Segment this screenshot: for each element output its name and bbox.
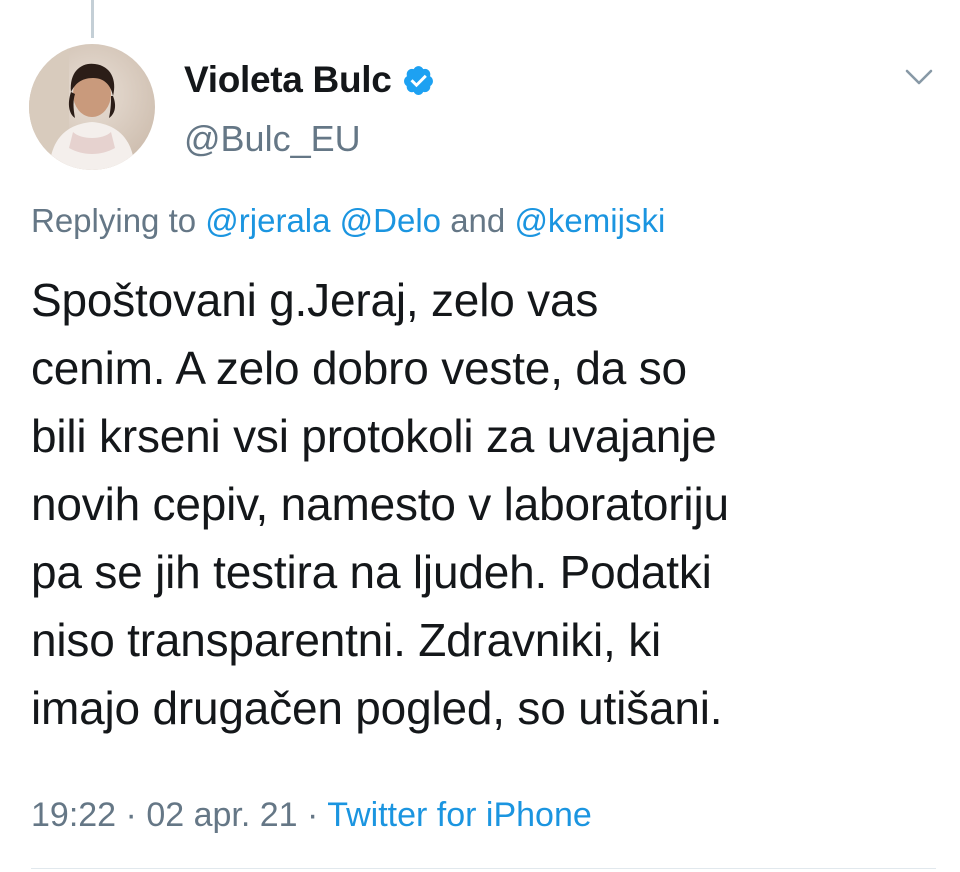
avatar[interactable]: [29, 44, 155, 170]
author-name-row[interactable]: Violeta Bulc: [184, 56, 435, 104]
replying-to-line: Replying to @rjerala @Delo and @kemijski: [31, 202, 665, 240]
author-handle[interactable]: @Bulc_EU: [184, 118, 361, 160]
tweet-text-line: novih cepiv, namesto v laboratoriju: [31, 478, 729, 530]
tweet-text-line: niso transparentni. Zdravniki, ki: [31, 614, 662, 666]
meta-separator: ·: [125, 796, 137, 834]
tweet-text-line: bili krseni vsi protokoli za uvajanje: [31, 410, 717, 462]
tweet-text-line: cenim. A zelo dobro veste, da so: [31, 342, 687, 394]
tweet-time[interactable]: 19:22: [31, 796, 116, 834]
mention-link-rjerala[interactable]: @rjerala: [205, 202, 330, 239]
verified-badge-icon: [402, 64, 435, 97]
tweet-text-line: Spoštovani g.Jeraj, zelo vas: [31, 274, 599, 326]
meta-separator: ·: [307, 796, 319, 834]
tweet-text-line: imajo drugačen pogled, so utišani.: [31, 682, 723, 734]
tweet-meta: 19:22 · 02 apr. 21 · Twitter for iPhone: [31, 796, 592, 835]
tweet-text-line: pa se jih testira na ljudeh. Podatki: [31, 546, 712, 598]
profile-photo-icon: [29, 44, 155, 170]
chevron-down-icon[interactable]: [902, 64, 936, 90]
thread-connector-line: [91, 0, 94, 38]
tweet-date[interactable]: 02 apr. 21: [146, 796, 297, 834]
replying-to-conjunction: and: [450, 202, 506, 239]
divider: [31, 868, 936, 869]
author-display-name[interactable]: Violeta Bulc: [184, 59, 392, 101]
replying-to-label: Replying to: [31, 202, 197, 239]
mention-link-kemijski[interactable]: @kemijski: [514, 202, 665, 239]
tweet-source-link[interactable]: Twitter for iPhone: [327, 796, 592, 834]
tweet-body: Spoštovani g.Jeraj, zelo vas cenim. A ze…: [31, 266, 936, 742]
mention-link-delo[interactable]: @Delo: [340, 202, 441, 239]
